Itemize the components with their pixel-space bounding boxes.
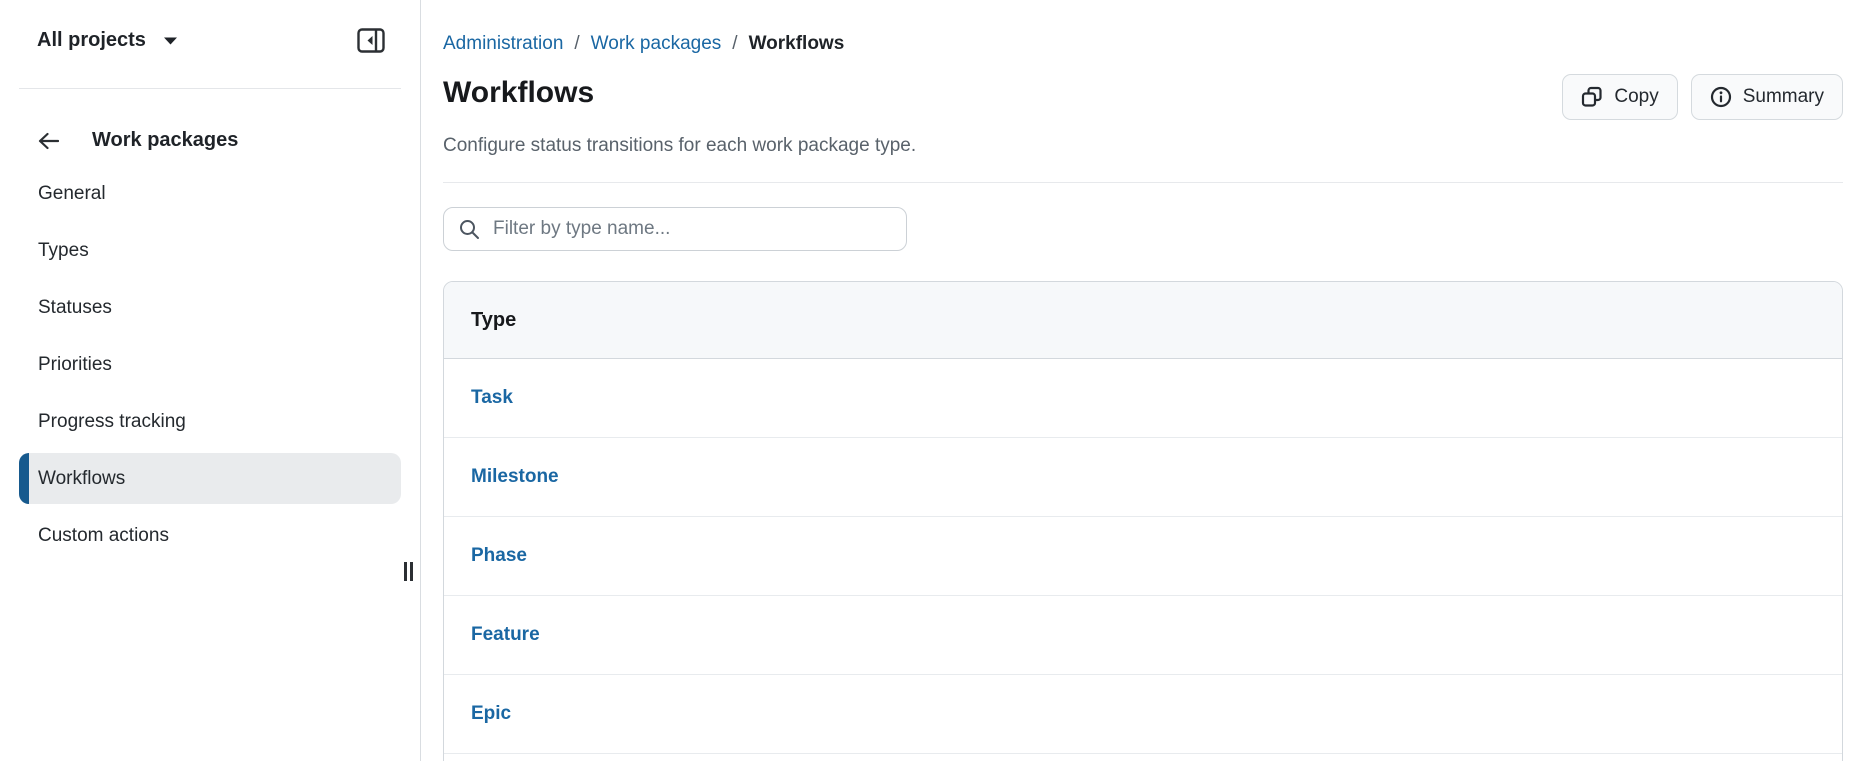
page-subtitle: Configure status transitions for each wo… xyxy=(443,135,917,156)
summary-button[interactable]: Summary xyxy=(1690,74,1843,120)
sidebar: All projects Work packages General Types… xyxy=(0,0,421,761)
sidebar-menu: General Types Statuses Priorities Progre… xyxy=(19,168,401,567)
summary-button-label: Summary xyxy=(1742,86,1824,107)
sidebar-item-label: Workflows xyxy=(38,467,126,489)
breadcrumb-link-administration[interactable]: Administration xyxy=(443,33,563,55)
app-window: All projects Work packages General Types… xyxy=(0,0,1861,761)
type-link-phase[interactable]: Phase xyxy=(471,545,527,567)
sidebar-item-types[interactable]: Types xyxy=(19,225,401,276)
copy-button[interactable]: Copy xyxy=(1562,74,1678,120)
filter-input[interactable] xyxy=(491,217,894,241)
project-selector-label: All projects xyxy=(37,29,146,51)
sidebar-item-statuses[interactable]: Statuses xyxy=(19,282,401,333)
project-selector[interactable]: All projects xyxy=(37,29,178,52)
collapse-sidebar-button[interactable] xyxy=(355,26,387,55)
type-link-feature[interactable]: Feature xyxy=(471,624,540,646)
table-row: Task xyxy=(444,359,1842,438)
sidebar-item-label: General xyxy=(38,182,106,204)
sidebar-resize-handle[interactable] xyxy=(404,562,413,581)
sidebar-collapse-icon xyxy=(357,28,385,53)
arrow-left-icon xyxy=(38,132,60,149)
type-link-epic[interactable]: Epic xyxy=(471,703,511,725)
main-content: Administration / Work packages / Workflo… xyxy=(421,0,1861,761)
breadcrumb-current: Workflows xyxy=(748,33,845,54)
sidebar-item-general[interactable]: General xyxy=(19,168,401,219)
table-row: Epic xyxy=(444,675,1842,754)
breadcrumb: Administration / Work packages / Workflo… xyxy=(443,33,1843,55)
sidebar-item-label: Statuses xyxy=(38,296,112,318)
breadcrumb-separator: / xyxy=(732,33,738,54)
sidebar-item-label: Custom actions xyxy=(38,524,169,546)
page-title: Workflows xyxy=(443,76,595,109)
sidebar-item-label: Progress tracking xyxy=(38,410,186,432)
table-row: Feature xyxy=(444,596,1842,675)
sidebar-section-title: Work packages xyxy=(92,129,239,151)
divider xyxy=(443,182,1843,183)
sidebar-item-priorities[interactable]: Priorities xyxy=(19,339,401,390)
table-row: Milestone xyxy=(444,438,1842,517)
column-header-type: Type xyxy=(471,308,517,331)
copy-icon xyxy=(1582,86,1602,107)
sidebar-item-label: Types xyxy=(38,239,89,261)
chevron-down-icon xyxy=(163,37,177,44)
divider xyxy=(19,88,401,89)
type-link-task[interactable]: Task xyxy=(471,387,513,409)
sidebar-item-label: Priorities xyxy=(38,353,112,375)
table-row-partial xyxy=(444,754,1842,761)
breadcrumb-link-work-packages[interactable]: Work packages xyxy=(591,33,722,55)
sidebar-section-header: Work packages xyxy=(38,129,238,152)
back-button[interactable] xyxy=(38,132,60,150)
type-table: Type Task Milestone Phase Feature Epic xyxy=(443,281,1843,761)
sidebar-item-custom-actions[interactable]: Custom actions xyxy=(19,510,401,561)
table-row: Phase xyxy=(444,517,1842,596)
breadcrumb-separator: / xyxy=(574,33,580,54)
sidebar-item-progress-tracking[interactable]: Progress tracking xyxy=(19,396,401,447)
copy-button-label: Copy xyxy=(1614,86,1659,107)
sidebar-item-workflows[interactable]: Workflows xyxy=(19,453,401,504)
table-header-row: Type xyxy=(444,282,1842,359)
title-row: Workflows Copy Summary xyxy=(443,74,1843,120)
search-icon xyxy=(460,219,479,239)
resize-bar xyxy=(410,562,413,581)
toolbar-actions: Copy Summary xyxy=(1562,74,1843,120)
type-link-milestone[interactable]: Milestone xyxy=(471,466,559,488)
resize-bar xyxy=(404,562,407,581)
filter-field xyxy=(443,207,907,251)
info-icon xyxy=(1710,86,1731,108)
